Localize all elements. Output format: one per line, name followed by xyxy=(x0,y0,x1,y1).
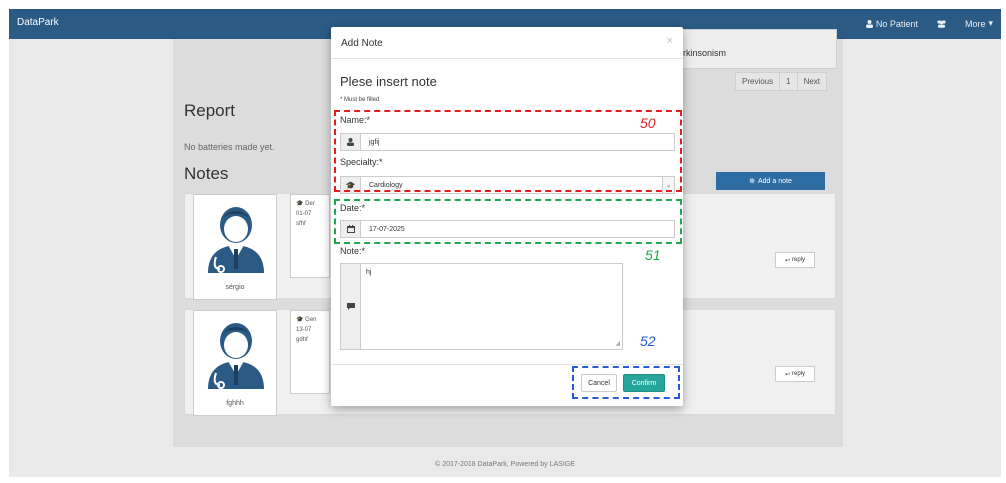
resize-handle-icon[interactable]: ◢ xyxy=(615,340,620,347)
doctor-avatar: sérgio xyxy=(193,194,277,300)
note-label: Note:* xyxy=(340,246,366,256)
note-field: hj ◢ xyxy=(340,263,623,350)
modal-footer-divider xyxy=(331,364,683,365)
modal-header-divider xyxy=(331,58,683,59)
plus-circle-icon: ⊕ xyxy=(749,178,755,185)
more-menu[interactable]: More ▾ xyxy=(965,18,993,29)
note-body: 🎓 Der 01-07 sfhf xyxy=(290,194,330,278)
reply-button[interactable]: ↩ reply xyxy=(775,366,815,382)
navbar-right: No Patient More ▾ xyxy=(865,18,993,29)
reply-label: reply xyxy=(792,257,806,263)
diagnosis-card: parkinsonism xyxy=(662,29,837,69)
reply-label: reply xyxy=(792,371,806,377)
users-icon[interactable] xyxy=(936,19,947,28)
note-body: 🎓 Gen 13-07 gdhf xyxy=(290,310,330,394)
reply-button[interactable]: ↩ reply xyxy=(775,252,815,268)
comment-icon xyxy=(340,263,361,350)
note-specialty: 🎓 Der xyxy=(296,201,315,207)
note-textarea[interactable]: hj ◢ xyxy=(361,263,623,350)
note-author: fghhh xyxy=(226,400,244,407)
reply-icon: ↩ xyxy=(784,371,790,378)
annotation-box-date xyxy=(334,199,682,244)
pagination-previous[interactable]: Previous xyxy=(735,72,781,91)
no-patient-label: No Patient xyxy=(875,18,918,29)
add-note-label: Add a note xyxy=(758,177,792,185)
doctor-avatar: fghhh xyxy=(193,310,277,416)
note-textarea-value: hj xyxy=(366,269,372,276)
close-icon[interactable]: × xyxy=(667,35,673,47)
notes-title: Notes xyxy=(184,164,229,183)
modal-heading: Plese insert note xyxy=(340,74,437,89)
footer-text: © 2017-2018 DataPark, Powered by LASIGE xyxy=(435,461,575,468)
pagination: Previous 1 Next xyxy=(735,72,828,91)
note-specialty: 🎓 Gen xyxy=(296,317,317,323)
report-title: Report xyxy=(184,101,236,120)
annotation-box-buttons xyxy=(572,366,680,399)
no-patient-link[interactable]: No Patient xyxy=(865,18,918,29)
pagination-page-1[interactable]: 1 xyxy=(779,72,798,91)
caret-down-icon: ▾ xyxy=(988,18,993,28)
required-hint: * Must be filled xyxy=(340,97,380,103)
annotation-label: 50 xyxy=(640,115,656,131)
pagination-next[interactable]: Next xyxy=(796,72,828,91)
note-date: 13-07 xyxy=(296,327,312,333)
annotation-label: 52 xyxy=(640,333,656,349)
annotation-label: 51 xyxy=(645,247,661,263)
note-text: gdhf xyxy=(296,337,308,343)
modal-title: Add Note xyxy=(341,38,383,49)
doctor-icon xyxy=(208,207,264,273)
add-note-button[interactable]: ⊕ Add a note xyxy=(716,172,825,190)
graduation-cap-icon: 🎓 xyxy=(296,317,304,323)
note-text: sfhf xyxy=(296,221,306,227)
doctor-icon xyxy=(208,323,264,389)
annotation-box-name-specialty xyxy=(334,110,682,192)
brand-logo[interactable]: DataPark xyxy=(17,17,59,28)
note-date: 01-07 xyxy=(296,211,312,217)
reply-icon: ↩ xyxy=(784,257,790,264)
more-label: More xyxy=(964,18,986,29)
user-icon xyxy=(865,19,873,28)
note-author: sérgio xyxy=(225,284,245,291)
no-batteries-text: No batteries made yet. xyxy=(184,142,275,152)
graduation-cap-icon: 🎓 xyxy=(296,201,304,207)
